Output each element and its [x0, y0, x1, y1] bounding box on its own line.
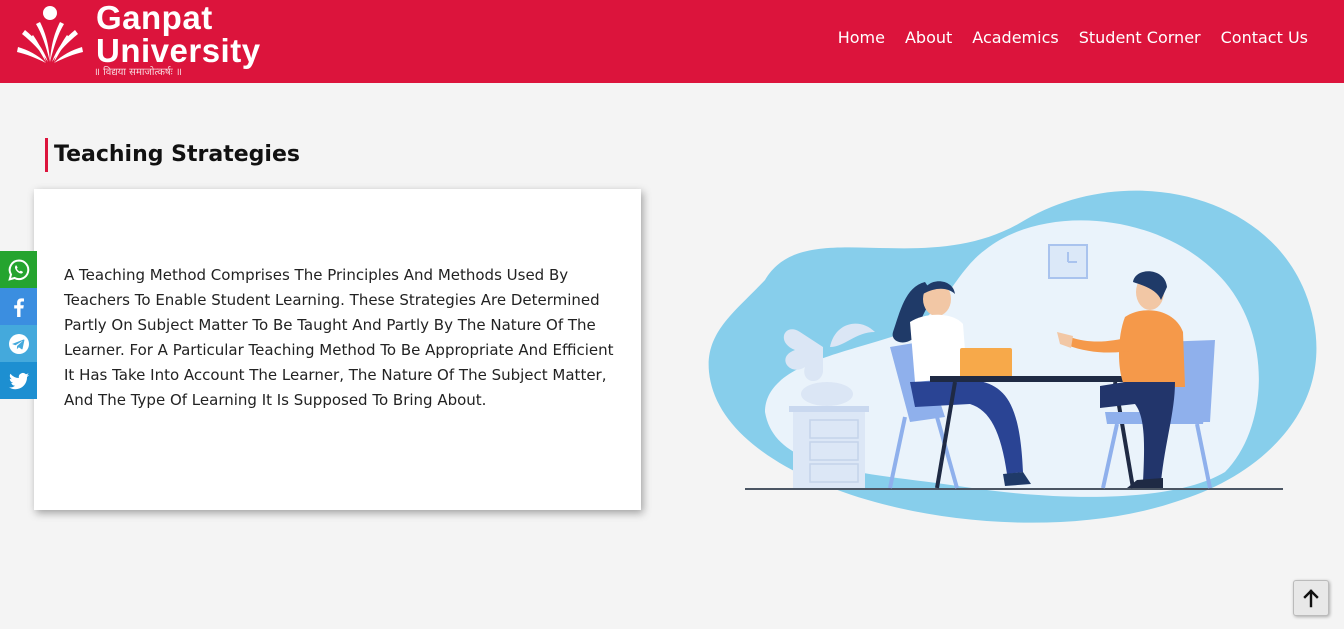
brand-tagline: ॥ विद्यया समाजोत्कर्षः ॥ — [94, 67, 182, 78]
twitter-icon — [8, 372, 29, 389]
facebook-share-button[interactable] — [0, 288, 37, 325]
brand-name-line1: Ganpat — [96, 0, 213, 36]
content-card: A Teaching Method Comprises The Principl… — [34, 189, 641, 510]
arrow-up-icon — [1303, 589, 1319, 608]
brand-name-line2: University — [96, 32, 261, 69]
nav-home[interactable]: Home — [838, 27, 885, 49]
nav-academics[interactable]: Academics — [972, 27, 1058, 49]
section-body-text: A Teaching Method Comprises The Principl… — [64, 266, 614, 409]
nav-student-corner[interactable]: Student Corner — [1079, 27, 1201, 49]
whatsapp-icon — [7, 258, 29, 281]
whatsapp-share-button[interactable] — [0, 251, 37, 288]
logo-emblem-icon — [17, 6, 83, 63]
nav-about[interactable]: About — [905, 27, 952, 49]
meeting-illustration — [708, 190, 1317, 523]
telegram-icon — [8, 333, 29, 354]
main-nav: Home About Academics Student Corner Cont… — [838, 27, 1308, 49]
telegram-share-button[interactable] — [0, 325, 37, 362]
scroll-to-top-button[interactable] — [1293, 580, 1329, 616]
twitter-share-button[interactable] — [0, 362, 37, 399]
university-logo[interactable]: Ganpat University ॥ विद्यया समाजोत्कर्षः… — [14, 0, 284, 82]
site-header: Ganpat University ॥ विद्यया समाजोत्कर्षः… — [0, 0, 1344, 83]
section-title: Teaching Strategies — [45, 138, 300, 172]
nav-contact-us[interactable]: Contact Us — [1221, 27, 1308, 49]
facebook-icon — [13, 297, 24, 317]
